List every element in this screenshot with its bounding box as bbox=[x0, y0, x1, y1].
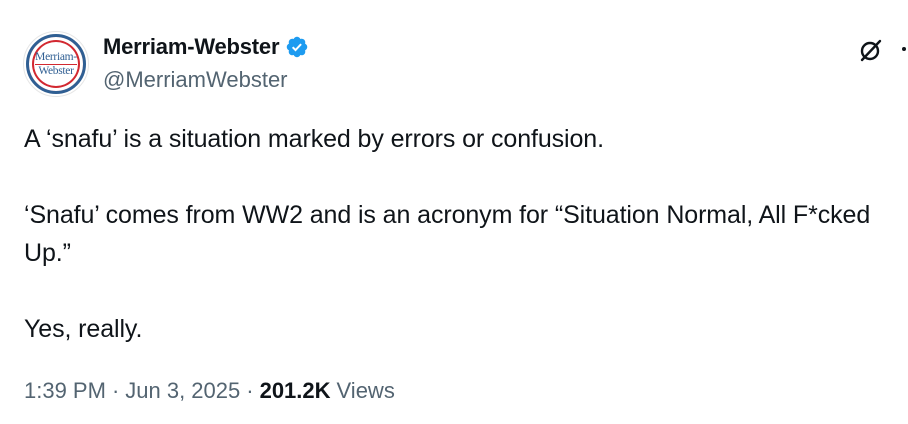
avatar[interactable]: Merriam- Webster bbox=[23, 31, 89, 97]
more-options-icon[interactable] bbox=[898, 37, 908, 63]
tweet-time[interactable]: 1:39 PM bbox=[24, 376, 106, 406]
avatar-logo-line1: Merriam- bbox=[35, 50, 77, 65]
views-count: 201.2K bbox=[259, 378, 331, 403]
merriam-webster-logo: Merriam- Webster bbox=[26, 34, 86, 94]
author-display-name[interactable]: Merriam-Webster bbox=[103, 33, 280, 61]
author-name-row: Merriam-Webster bbox=[103, 33, 309, 61]
grok-icon[interactable] bbox=[858, 37, 884, 63]
verified-badge-icon[interactable] bbox=[285, 35, 309, 59]
tweet-text: A ‘snafu’ is a situation marked by error… bbox=[24, 125, 871, 343]
avatar-logo-line2: Webster bbox=[38, 64, 74, 77]
meta-separator: · bbox=[246, 378, 254, 403]
author-handle[interactable]: @MerriamWebster bbox=[103, 66, 288, 94]
tweet-meta: 1:39 PM · Jun 3, 2025 · 201.2K Views bbox=[24, 376, 395, 406]
views-label: Views bbox=[336, 378, 395, 403]
meta-separator: · bbox=[111, 378, 120, 403]
tweet-date[interactable]: Jun 3, 2025 bbox=[125, 376, 240, 406]
